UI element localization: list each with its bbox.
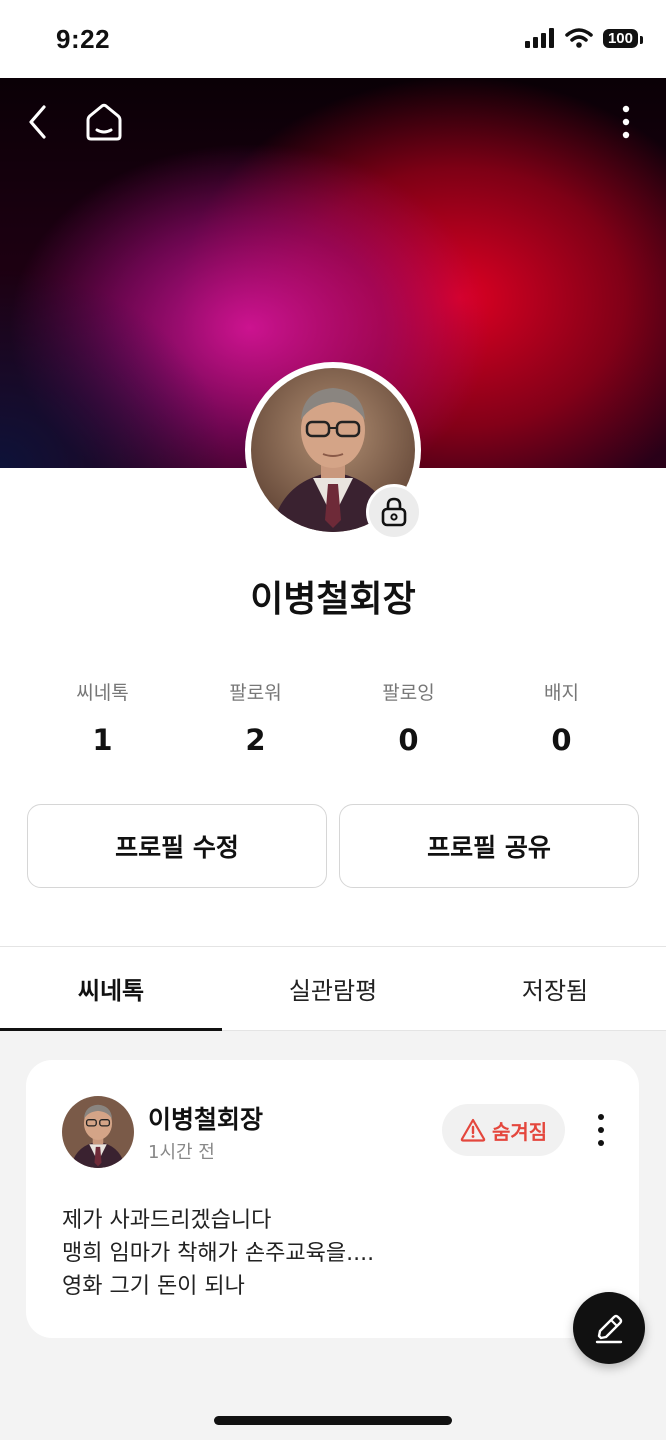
private-lock-badge (366, 484, 422, 540)
post-line: 맹희 임마가 착해가 손주교육을.... (62, 1241, 375, 1266)
more-button[interactable] (604, 100, 648, 144)
status-time: 9:22 (56, 24, 111, 54)
write-post-button[interactable] (573, 1292, 645, 1364)
more-icon (598, 1114, 604, 1146)
avatar-image (62, 1096, 134, 1168)
status-icons: 100 (524, 28, 644, 48)
battery-indicator: 100 (602, 28, 644, 48)
post-line: 제가 사과드리겠습니다 (62, 1208, 272, 1233)
stat-cinetalk[interactable]: 씨네톡 1 (26, 678, 179, 757)
stat-value: 2 (245, 723, 266, 757)
pencil-icon (595, 1314, 623, 1344)
home-icon (86, 103, 122, 141)
edit-profile-button[interactable]: 프로필 수정 (27, 804, 327, 888)
profile-name: 이병철회장 (250, 579, 416, 620)
tab-cinetalk[interactable]: 씨네톡 (0, 947, 222, 1031)
post-content: 제가 사과드리겠습니다 맹희 임마가 착해가 손주교육을.... 영화 그기 돈… (62, 1204, 374, 1303)
stat-following[interactable]: 팔로잉 0 (332, 678, 485, 757)
hidden-status-label: 숨겨짐 (492, 1119, 548, 1144)
tab-saved[interactable]: 저장됨 (444, 947, 666, 1030)
home-indicator[interactable] (214, 1416, 452, 1425)
signal-icon (524, 28, 554, 48)
stat-value: 0 (551, 723, 572, 757)
content-tabs: 씨네톡 실관람평 저장됨 (0, 947, 666, 1031)
stat-label: 팔로워 (229, 682, 282, 704)
stat-value: 0 (398, 723, 419, 757)
post-author-avatar[interactable] (62, 1096, 134, 1168)
post-more-button[interactable] (590, 1112, 612, 1148)
share-profile-button[interactable]: 프로필 공유 (339, 804, 639, 888)
hidden-status-badge[interactable]: 숨겨짐 (442, 1104, 566, 1156)
home-button[interactable] (80, 100, 128, 144)
lock-icon (381, 497, 407, 527)
more-icon (622, 105, 630, 139)
post-line: 영화 그기 돈이 되나 (62, 1274, 245, 1299)
back-icon (29, 105, 46, 139)
stat-label: 팔로잉 (382, 682, 435, 704)
post-author-name[interactable]: 이병철회장 (148, 1100, 263, 1136)
post-card[interactable]: 이병철회장 1시간 전 숨겨짐 제가 사과드리겠습니다 맹희 임마가 착해가 손… (26, 1060, 639, 1338)
back-button[interactable] (16, 100, 60, 144)
post-timestamp: 1시간 전 (148, 1142, 215, 1163)
stat-followers[interactable]: 팔로워 2 (179, 678, 332, 757)
wifi-icon (565, 28, 593, 48)
warning-icon (460, 1118, 486, 1142)
stat-badges[interactable]: 배지 0 (485, 678, 638, 757)
stat-value: 1 (92, 723, 113, 757)
profile-stats: 씨네톡 1 팔로워 2 팔로잉 0 배지 0 (26, 678, 638, 757)
tab-reviews[interactable]: 실관람평 (222, 947, 444, 1030)
status-bar: 9:22 100 (0, 0, 666, 78)
stat-label: 배지 (544, 682, 579, 704)
stat-label: 씨네톡 (76, 682, 129, 704)
